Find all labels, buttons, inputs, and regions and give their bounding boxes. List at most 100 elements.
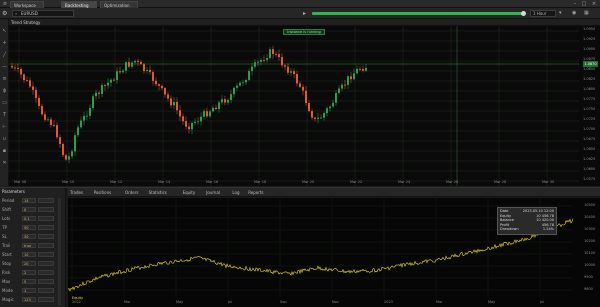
camera-icon[interactable]: ◉ bbox=[572, 10, 579, 17]
parameter-value-field[interactable]: 50 bbox=[22, 225, 36, 230]
results-tab[interactable]: Journal bbox=[206, 190, 220, 196]
parameter-value-field[interactable]: 14 bbox=[22, 198, 36, 203]
candle-body bbox=[206, 111, 208, 117]
symbol-selector[interactable]: ⌕ EURUSD bbox=[12, 10, 74, 17]
candle-body bbox=[326, 108, 328, 114]
candle-body bbox=[62, 143, 64, 156]
chevron-down-icon[interactable]: ▾ bbox=[559, 10, 566, 17]
results-tab[interactable]: Statistics bbox=[149, 190, 167, 196]
parameter-range-field[interactable] bbox=[38, 252, 54, 257]
play-icon[interactable]: ▸ bbox=[303, 10, 310, 17]
parameter-row[interactable]: Shift 0 bbox=[2, 207, 62, 213]
parameter-value-field[interactable]: 20 bbox=[22, 261, 36, 266]
ruler-icon[interactable]: ⊢ bbox=[2, 125, 7, 130]
parameter-range-field[interactable] bbox=[38, 234, 54, 239]
price-tick-label: 1.0750 bbox=[583, 107, 596, 111]
results-tab[interactable]: Trades bbox=[70, 190, 83, 196]
candle-body bbox=[263, 59, 265, 61]
parameter-row[interactable]: Trail true bbox=[2, 243, 62, 249]
trendline-icon[interactable]: ╱ bbox=[2, 53, 7, 58]
candle-body bbox=[287, 66, 289, 73]
parameter-row[interactable]: Stop 20 bbox=[2, 261, 62, 267]
parameter-range-field[interactable] bbox=[38, 288, 54, 293]
parameter-row[interactable]: Lots 0.1 bbox=[2, 216, 62, 222]
time-tick-label: Mar 10 bbox=[62, 180, 75, 184]
parameter-value-field[interactable]: 0 bbox=[22, 207, 36, 212]
candle-body bbox=[302, 86, 304, 91]
parameter-row[interactable]: Magic 123 bbox=[2, 297, 62, 303]
candle-body bbox=[212, 107, 214, 112]
rectangle-icon[interactable]: ▭ bbox=[2, 101, 7, 106]
layout-icon[interactable]: ▦ bbox=[584, 10, 591, 17]
candle-body bbox=[119, 71, 121, 73]
time-tick-label: Mar 30 bbox=[542, 180, 555, 184]
candle-body bbox=[299, 83, 301, 87]
text-icon[interactable]: T bbox=[2, 113, 7, 118]
candle-body bbox=[311, 111, 313, 118]
parameter-value-field[interactable]: 10 bbox=[22, 252, 36, 257]
results-tab[interactable]: Equity bbox=[183, 190, 196, 196]
candle-body bbox=[35, 89, 37, 98]
app-menu-icon[interactable]: ≡ bbox=[2, 1, 8, 7]
candle-body bbox=[65, 155, 67, 160]
parameter-name: Magic bbox=[2, 297, 14, 302]
parameter-row[interactable]: Risk 2 bbox=[2, 270, 62, 276]
progress-knob[interactable] bbox=[521, 11, 526, 16]
settings-gear-icon[interactable]: ⚙ bbox=[2, 10, 9, 17]
maximize-icon[interactable]: □ bbox=[581, 1, 587, 7]
parameter-range-field[interactable] bbox=[38, 261, 54, 266]
candle-body bbox=[215, 107, 217, 110]
trash-icon[interactable]: ✕ bbox=[2, 161, 7, 166]
magnet-icon[interactable]: ∪ bbox=[2, 137, 7, 142]
parameter-range-field[interactable] bbox=[38, 297, 54, 302]
crosshair-icon[interactable]: + bbox=[2, 41, 7, 46]
lock-icon[interactable]: ▪ bbox=[2, 149, 7, 154]
equity-y-tick: 10400 bbox=[584, 215, 596, 219]
parameter-value-field[interactable]: 1 bbox=[22, 288, 36, 293]
parameter-range-field[interactable] bbox=[38, 270, 54, 275]
parameter-row[interactable]: Period 14 bbox=[2, 198, 62, 204]
results-tab[interactable]: Log bbox=[232, 190, 239, 196]
equity-y-tick: 10100 bbox=[584, 251, 596, 255]
parameter-range-field[interactable] bbox=[38, 198, 54, 203]
horizontal-line-icon[interactable]: — bbox=[2, 65, 7, 70]
results-tab[interactable]: Orders bbox=[125, 190, 138, 196]
results-tab[interactable]: Positions bbox=[94, 190, 112, 196]
tab-workspace[interactable]: Workspace bbox=[10, 1, 44, 8]
parameter-row[interactable]: Start 10 bbox=[2, 252, 62, 258]
parameter-value-field[interactable]: 123 bbox=[22, 297, 36, 302]
parameter-row[interactable]: Max 5 bbox=[2, 279, 62, 285]
candle-body bbox=[338, 88, 340, 94]
candle-body bbox=[80, 120, 82, 128]
parameter-range-field[interactable] bbox=[38, 216, 54, 221]
parameter-value-field[interactable]: 30 bbox=[22, 234, 36, 239]
equity-y-tick: 9900 bbox=[584, 275, 593, 279]
parameter-value-field[interactable]: 2 bbox=[22, 270, 36, 275]
timeframe-selector[interactable]: 1 Hour bbox=[530, 10, 556, 17]
candle-body bbox=[203, 111, 205, 117]
candlestick-plot[interactable] bbox=[9, 26, 600, 186]
parameter-row[interactable]: Mode 1 bbox=[2, 288, 62, 294]
parameter-value-field[interactable]: 5 bbox=[22, 279, 36, 284]
parameter-row[interactable]: TP 50 bbox=[2, 225, 62, 231]
equity-x-tick: Nov bbox=[332, 300, 339, 304]
tab-backtesting[interactable]: Backtesting bbox=[61, 1, 97, 8]
channel-icon[interactable]: ≡ bbox=[2, 77, 7, 82]
parameter-range-field[interactable] bbox=[38, 243, 54, 248]
candle-body bbox=[137, 60, 139, 62]
parameter-row[interactable]: SL 30 bbox=[2, 234, 62, 240]
results-tab[interactable]: Reports bbox=[248, 190, 263, 196]
fibonacci-icon[interactable]: ϕ bbox=[2, 89, 7, 94]
candle-body bbox=[323, 113, 325, 118]
cursor-icon[interactable]: ↖ bbox=[2, 29, 7, 34]
parameter-value-field[interactable]: 0.1 bbox=[22, 216, 36, 221]
parameter-name: Lots bbox=[2, 216, 11, 221]
candle-body bbox=[269, 49, 271, 59]
parameter-range-field[interactable] bbox=[38, 279, 54, 284]
close-icon[interactable]: × bbox=[591, 1, 597, 7]
parameter-value-field[interactable]: true bbox=[22, 243, 36, 248]
parameter-range-field[interactable] bbox=[38, 225, 54, 230]
minimize-icon[interactable]: – bbox=[572, 1, 578, 7]
tab-optimization[interactable]: Optimization bbox=[100, 1, 138, 8]
parameter-range-field[interactable] bbox=[38, 207, 54, 212]
